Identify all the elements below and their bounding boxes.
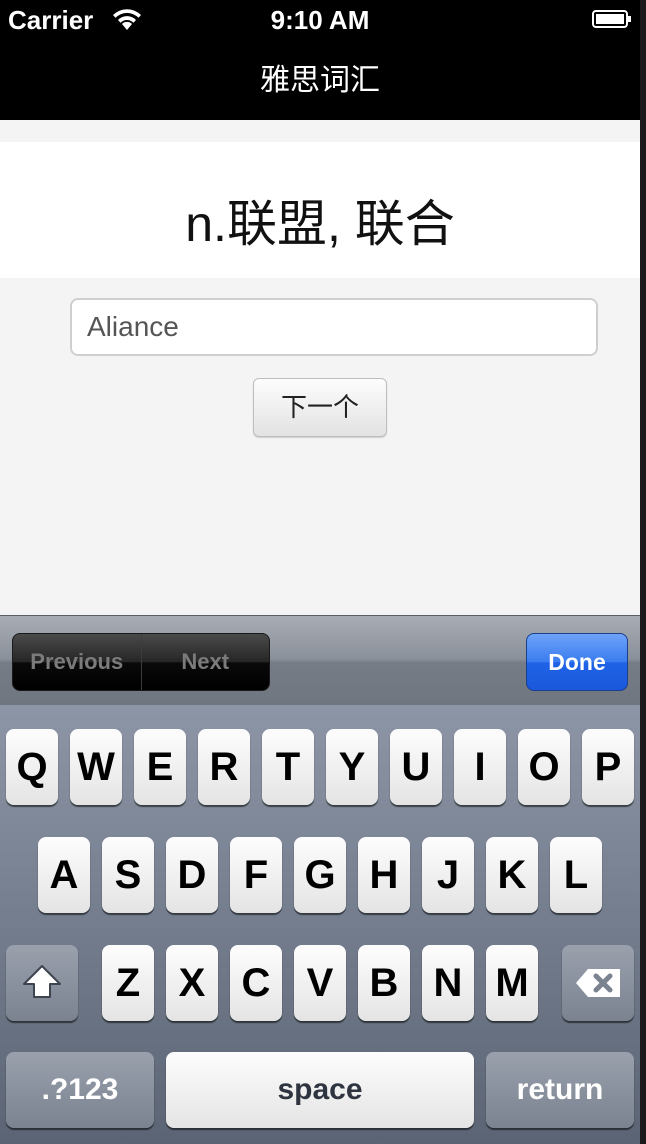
key-x[interactable]: X xyxy=(166,945,218,1021)
key-y[interactable]: Y xyxy=(326,729,378,805)
next-field-button[interactable]: Next xyxy=(140,634,270,690)
onscreen-keyboard: Q W E R T Y U I O P A S D F G H J K L Z … xyxy=(0,705,640,1144)
key-f[interactable]: F xyxy=(230,837,282,913)
key-m[interactable]: M xyxy=(486,945,538,1021)
key-k[interactable]: K xyxy=(486,837,538,913)
key-e[interactable]: E xyxy=(134,729,186,805)
key-p[interactable]: P xyxy=(582,729,634,805)
key-z[interactable]: Z xyxy=(102,945,154,1021)
prev-next-control: Previous Next xyxy=(12,633,270,691)
shift-icon xyxy=(6,945,78,1021)
key-r[interactable]: R xyxy=(198,729,250,805)
key-l[interactable]: L xyxy=(550,837,602,913)
key-h[interactable]: H xyxy=(358,837,410,913)
delete-key[interactable] xyxy=(562,945,634,1021)
key-q[interactable]: Q xyxy=(6,729,58,805)
previous-field-button[interactable]: Previous xyxy=(13,634,141,690)
numbers-key[interactable]: .?123 xyxy=(6,1052,154,1128)
answer-input[interactable]: Aliance xyxy=(70,298,598,356)
shift-key[interactable] xyxy=(6,945,78,1021)
key-a[interactable]: A xyxy=(38,837,90,913)
screen-edge xyxy=(640,0,646,1144)
clock-time: 9:10 AM xyxy=(270,5,370,35)
key-w[interactable]: W xyxy=(70,729,122,805)
key-c[interactable]: C xyxy=(230,945,282,1021)
next-word-button[interactable]: 下一个 xyxy=(253,378,387,437)
backspace-icon xyxy=(562,945,634,1021)
word-definition: n.联盟, 联合 xyxy=(185,196,455,252)
status-bar: Carrier 9:10 AM xyxy=(0,0,640,40)
key-v[interactable]: V xyxy=(294,945,346,1021)
return-key[interactable]: return xyxy=(486,1052,634,1128)
key-b[interactable]: B xyxy=(358,945,410,1021)
key-u[interactable]: U xyxy=(390,729,442,805)
key-d[interactable]: D xyxy=(166,837,218,913)
key-j[interactable]: J xyxy=(422,837,474,913)
keyboard-accessory-bar: Previous Next Done xyxy=(0,615,640,706)
key-n[interactable]: N xyxy=(422,945,474,1021)
key-o[interactable]: O xyxy=(518,729,570,805)
done-button[interactable]: Done xyxy=(526,633,628,691)
key-s[interactable]: S xyxy=(102,837,154,913)
app-screen: Carrier 9:10 AM 雅思词汇 n.联盟, 联合 Aliance 下一… xyxy=(0,0,640,1144)
key-t[interactable]: T xyxy=(262,729,314,805)
space-key[interactable]: space xyxy=(166,1052,474,1128)
key-i[interactable]: I xyxy=(454,729,506,805)
key-g[interactable]: G xyxy=(294,837,346,913)
battery-icon xyxy=(592,10,632,28)
navigation-bar: 雅思词汇 xyxy=(0,40,640,120)
nav-title: 雅思词汇 xyxy=(260,64,380,97)
definition-card: n.联盟, 联合 xyxy=(0,142,640,278)
